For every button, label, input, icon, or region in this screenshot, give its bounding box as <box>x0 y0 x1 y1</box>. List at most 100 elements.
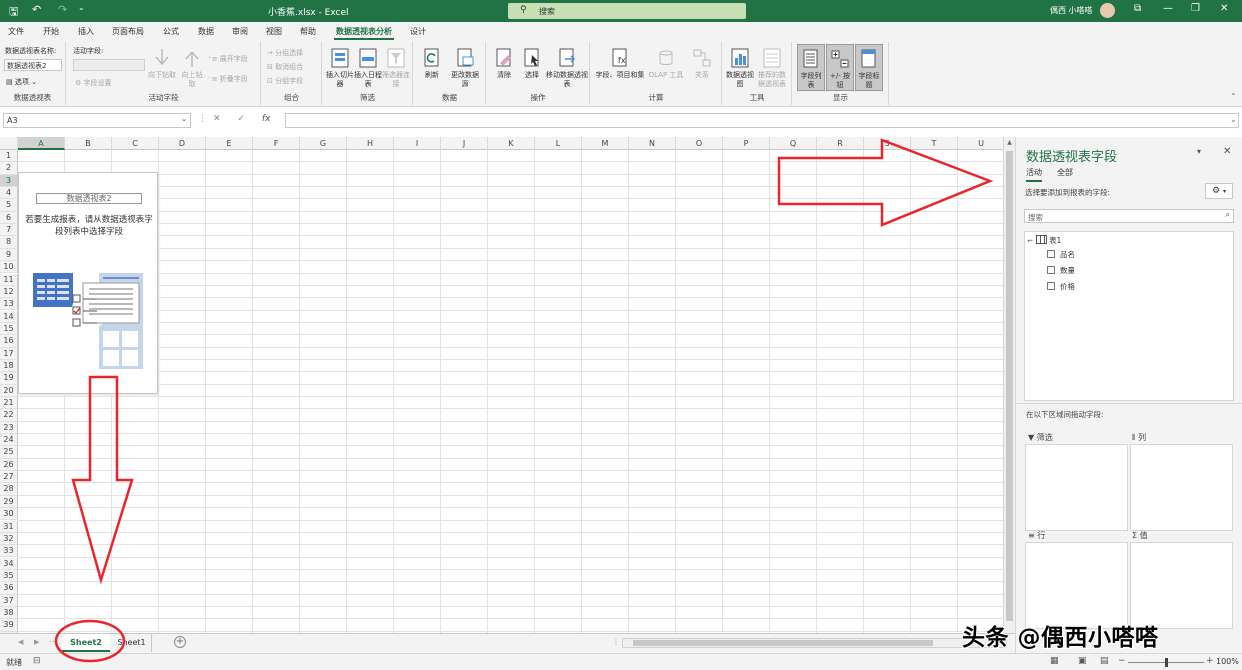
field-list-toggle[interactable]: 字段列表 <box>797 44 825 91</box>
column-header-q[interactable]: Q <box>770 137 817 150</box>
clear-button[interactable]: 清除 <box>490 47 518 80</box>
ribbon-display-options-icon[interactable]: ⧉ <box>1134 3 1141 14</box>
expand-formula-bar-icon[interactable]: ⌄ <box>1230 115 1237 124</box>
vertical-scrollbar[interactable]: ▲ <box>1003 137 1015 633</box>
cancel-icon[interactable]: ✕ <box>213 114 221 124</box>
sheet-tab-sheet2[interactable]: Sheet2 <box>62 634 110 652</box>
row-header-35[interactable]: 35 <box>0 569 18 583</box>
prev-sheet-icon[interactable]: ◀ <box>18 638 23 646</box>
tab-active-fields[interactable]: 活动 <box>1026 167 1042 182</box>
olap-tools-button[interactable]: OLAP 工具 <box>645 47 687 80</box>
normal-view-icon[interactable]: ▦ <box>1050 656 1059 666</box>
insert-function-button[interactable]: fx <box>262 114 271 124</box>
tab-design[interactable]: 设计 <box>410 26 426 37</box>
field-item[interactable]: 价格 <box>1047 281 1075 292</box>
redo-icon[interactable]: ↷ <box>58 3 67 16</box>
columns-area-dropzone[interactable] <box>1130 444 1233 531</box>
zoom-level[interactable]: 100% <box>1216 657 1239 666</box>
column-header-j[interactable]: J <box>441 137 488 150</box>
plus-minus-buttons-toggle[interactable]: +/- 按钮 <box>826 44 854 91</box>
pane-close-icon[interactable]: ✕ <box>1223 146 1231 157</box>
undo-icon[interactable]: ↶ <box>32 3 41 16</box>
pivot-placeholder[interactable]: 数据透视表2 若要生成报表，请从数据透视表字段列表中选择字段 <box>18 172 158 394</box>
tab-all-fields[interactable]: 全部 <box>1057 167 1073 178</box>
minimize-icon[interactable]: — <box>1163 3 1173 14</box>
row-header-1[interactable]: 1 <box>0 150 18 163</box>
tab-view[interactable]: 视图 <box>266 26 282 37</box>
column-header-f[interactable]: F <box>253 137 300 150</box>
row-header-19[interactable]: 19 <box>0 372 18 385</box>
zoom-slider-thumb[interactable] <box>1165 658 1168 667</box>
tab-page-layout[interactable]: 页面布局 <box>112 26 144 37</box>
row-header-12[interactable]: 12 <box>0 285 18 299</box>
field-headers-toggle[interactable]: 字段标题 <box>855 44 883 91</box>
zoom-out-icon[interactable]: − <box>1118 656 1126 666</box>
row-header-14[interactable]: 14 <box>0 310 18 323</box>
name-box[interactable]: A3 ⌄ <box>3 113 191 128</box>
pivot-chart-button[interactable]: 数据透视图 <box>726 47 754 89</box>
options-button[interactable]: ▤ 选项 ⌄ <box>6 77 37 87</box>
pane-settings-button[interactable]: ⚙ ▾ <box>1205 183 1233 199</box>
next-sheet-icon[interactable]: ▶ <box>34 638 39 646</box>
row-header-25[interactable]: 25 <box>0 446 18 459</box>
column-header-k[interactable]: K <box>488 137 535 150</box>
row-header-8[interactable]: 8 <box>0 236 18 249</box>
field-search-input[interactable]: 搜索 ⌕ <box>1024 209 1234 223</box>
column-header-o[interactable]: O <box>676 137 723 150</box>
column-header-i[interactable]: I <box>394 137 441 150</box>
row-header-20[interactable]: 20 <box>0 384 18 397</box>
row-header-39[interactable]: 39 <box>0 619 18 632</box>
column-header-g[interactable]: G <box>300 137 347 150</box>
row-header-23[interactable]: 23 <box>0 421 18 434</box>
rows-area-dropzone[interactable] <box>1025 542 1128 629</box>
row-header-15[interactable]: 15 <box>0 322 18 336</box>
row-header-26[interactable]: 26 <box>0 458 18 472</box>
filter-area-dropzone[interactable] <box>1025 444 1128 531</box>
row-header-13[interactable]: 13 <box>0 298 18 311</box>
tab-review[interactable]: 审阅 <box>232 26 248 37</box>
tab-data[interactable]: 数据 <box>198 26 214 37</box>
row-header-9[interactable]: 9 <box>0 248 18 262</box>
expand-field-button[interactable]: ⁺≡ 展开字段 <box>208 54 248 64</box>
column-header-h[interactable]: H <box>347 137 394 150</box>
tab-insert[interactable]: 插入 <box>78 26 94 37</box>
row-header-37[interactable]: 37 <box>0 594 18 607</box>
row-header-30[interactable]: 30 <box>0 508 18 521</box>
change-data-source-button[interactable]: 更改数据源 <box>448 47 482 89</box>
row-header-4[interactable]: 4 <box>0 187 18 200</box>
collapse-ribbon-icon[interactable]: ⌃ <box>1230 92 1237 101</box>
pivot-name-input[interactable]: 数据透视表2 <box>4 59 62 71</box>
collapse-field-button[interactable]: ⁻≡ 折叠字段 <box>208 74 248 84</box>
column-header-n[interactable]: N <box>629 137 676 150</box>
scroll-up-icon[interactable]: ▲ <box>1005 139 1014 148</box>
field-settings-button[interactable]: ⚙ 字段设置 <box>75 78 112 88</box>
horizontal-scrollbar[interactable] <box>622 638 1007 648</box>
drill-down-button[interactable]: 向下钻取 <box>147 47 177 80</box>
pane-options-dropdown-icon[interactable]: ▾ <box>1197 147 1201 156</box>
restore-icon[interactable]: ❐ <box>1191 3 1200 14</box>
column-header-l[interactable]: L <box>535 137 582 150</box>
row-header-5[interactable]: 5 <box>0 199 18 212</box>
refresh-button[interactable]: 刷新 <box>418 47 446 80</box>
field-checkbox[interactable] <box>1047 266 1055 274</box>
row-header-2[interactable]: 2 <box>0 162 18 175</box>
tab-formulas[interactable]: 公式 <box>163 26 179 37</box>
row-header-7[interactable]: 7 <box>0 224 18 237</box>
close-icon[interactable]: ✕ <box>1220 3 1228 14</box>
column-header-e[interactable]: E <box>206 137 253 150</box>
field-checkbox[interactable] <box>1047 250 1055 258</box>
move-pivot-button[interactable]: 移动数据透视表 <box>546 47 588 89</box>
column-header-u[interactable]: U <box>958 137 1003 150</box>
search-box[interactable]: ⚲ 搜索 <box>508 3 746 19</box>
tab-home[interactable]: 开始 <box>43 26 59 37</box>
row-header-11[interactable]: 11 <box>0 273 18 286</box>
recommended-pivots-button[interactable]: 推荐的数据透视表 <box>755 47 789 89</box>
avatar[interactable] <box>1100 3 1115 18</box>
row-header-3[interactable]: 3 <box>0 174 18 187</box>
new-sheet-button[interactable]: + <box>174 636 186 648</box>
tab-help[interactable]: 帮助 <box>300 26 316 37</box>
save-icon[interactable]: 🖫 <box>9 3 18 22</box>
pane-divider[interactable] <box>1016 403 1242 404</box>
column-header-d[interactable]: D <box>159 137 206 150</box>
row-header-16[interactable]: 16 <box>0 335 18 348</box>
